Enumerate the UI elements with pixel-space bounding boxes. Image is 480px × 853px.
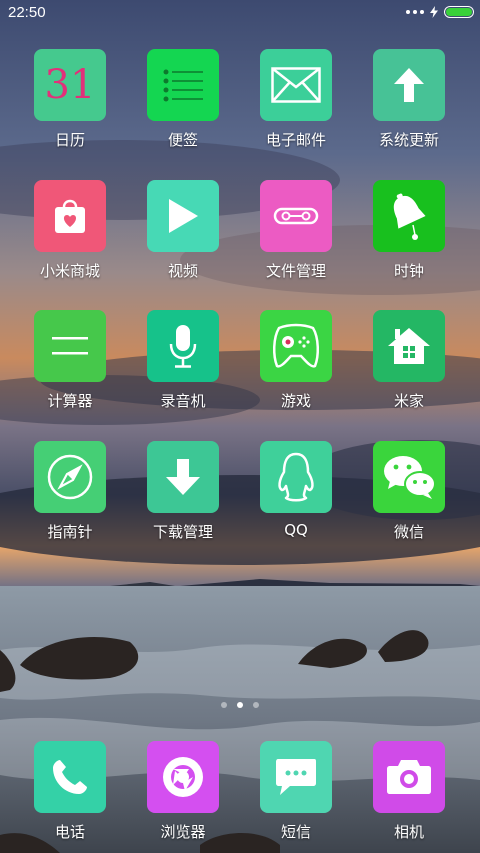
shopping-bag-icon <box>34 180 106 252</box>
app-update[interactable]: 系统更新 <box>359 49 459 150</box>
browser-icon <box>147 741 219 813</box>
app-qq[interactable]: QQ <box>246 441 346 539</box>
app-label: 文件管理 <box>265 262 326 280</box>
app-label: 相机 <box>393 823 424 841</box>
app-label: 微信 <box>393 523 424 541</box>
app-label: 计算器 <box>47 392 93 410</box>
app-email[interactable]: 电子邮件 <box>246 49 346 150</box>
microphone-icon <box>147 310 219 382</box>
gamepad-icon <box>260 310 332 382</box>
bell-icon <box>373 180 445 252</box>
app-label: 时钟 <box>393 262 424 280</box>
dock-browser[interactable]: 浏览器 <box>133 741 233 842</box>
app-label: 下载管理 <box>152 523 213 541</box>
app-label: QQ <box>284 521 308 539</box>
camera-icon <box>373 741 445 813</box>
status-bar: 22:50 <box>0 0 480 28</box>
app-video[interactable]: 视频 <box>133 180 233 281</box>
more-dots-icon <box>406 10 424 14</box>
up-arrow-icon <box>373 49 445 121</box>
status-icons <box>406 6 474 18</box>
app-label: 游戏 <box>280 392 311 410</box>
page-dot[interactable] <box>253 702 259 708</box>
tape-icon <box>260 180 332 252</box>
app-recorder[interactable]: 录音机 <box>133 310 233 411</box>
penguin-icon <box>260 441 332 513</box>
notes-icon <box>147 49 219 121</box>
app-mihome[interactable]: 米家 <box>359 310 459 411</box>
equals-icon <box>34 310 106 382</box>
calendar-day: 31 <box>44 62 96 108</box>
mail-icon <box>260 49 332 121</box>
app-mall[interactable]: 小米商城 <box>20 180 120 281</box>
dock-sms[interactable]: 短信 <box>246 741 346 842</box>
download-arrow-icon <box>147 441 219 513</box>
dock-camera[interactable]: 相机 <box>359 741 459 842</box>
app-label: 短信 <box>280 823 311 841</box>
app-label: 电子邮件 <box>265 131 326 149</box>
compass-icon <box>34 441 106 513</box>
page-indicator[interactable] <box>0 702 480 708</box>
page-dot[interactable] <box>221 702 227 708</box>
play-icon <box>147 180 219 252</box>
phone-icon <box>34 741 106 813</box>
app-label: 米家 <box>393 392 424 410</box>
app-clock[interactable]: 时钟 <box>359 180 459 281</box>
app-label: 便签 <box>167 131 198 149</box>
calendar-icon: 31 <box>34 49 106 121</box>
app-downloads[interactable]: 下载管理 <box>133 441 233 542</box>
status-time: 22:50 <box>8 4 46 21</box>
app-calculator[interactable]: 计算器 <box>20 310 120 411</box>
house-icon <box>373 310 445 382</box>
app-files[interactable]: 文件管理 <box>246 180 346 281</box>
app-compass[interactable]: 指南针 <box>20 441 120 542</box>
app-label: 电话 <box>54 823 85 841</box>
message-icon <box>260 741 332 813</box>
battery-icon <box>444 6 474 18</box>
app-label: 指南针 <box>47 523 93 541</box>
app-label: 系统更新 <box>378 131 439 149</box>
charging-icon <box>430 6 438 18</box>
app-label: 录音机 <box>160 392 206 410</box>
dock-phone[interactable]: 电话 <box>20 741 120 842</box>
app-calendar[interactable]: 31 日历 <box>20 49 120 150</box>
app-label: 视频 <box>167 262 198 280</box>
app-label: 小米商城 <box>39 262 100 280</box>
app-label: 浏览器 <box>160 823 206 841</box>
app-games[interactable]: 游戏 <box>246 310 346 411</box>
app-notes[interactable]: 便签 <box>133 49 233 150</box>
chat-bubbles-icon <box>373 441 445 513</box>
app-wechat[interactable]: 微信 <box>359 441 459 542</box>
page-dot-active[interactable] <box>237 702 243 708</box>
app-label: 日历 <box>54 131 85 149</box>
